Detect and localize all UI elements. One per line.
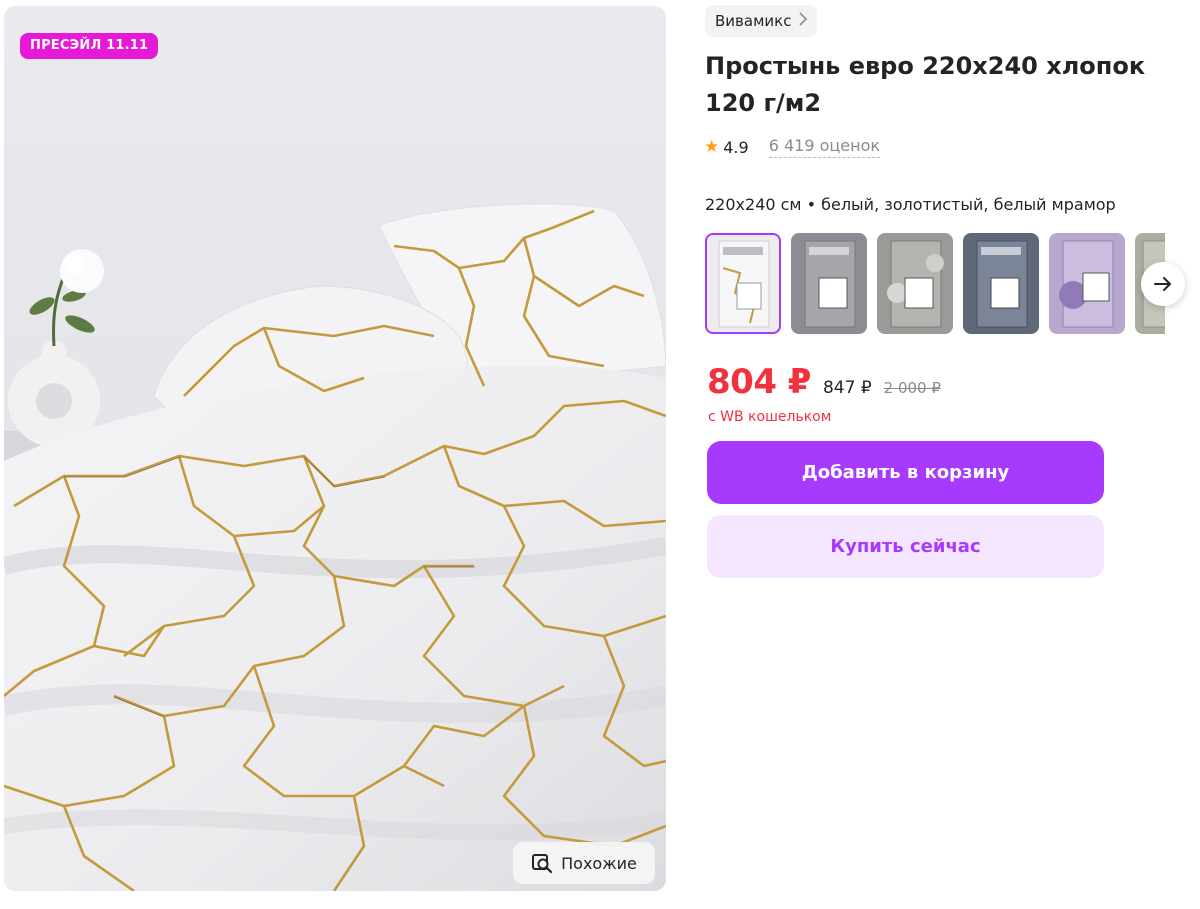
search-similar-icon — [532, 854, 553, 874]
old-price: 2 000 ₽ — [883, 379, 941, 397]
thumbnail-grey[interactable] — [791, 233, 867, 334]
star-icon: ★ — [704, 137, 720, 157]
rating-value: 4.9 — [723, 137, 749, 157]
thumbnail-purple-cats[interactable] — [1049, 233, 1125, 334]
brand-link[interactable]: Вивамикс — [705, 5, 818, 37]
thumbnail-white-gold[interactable] — [705, 233, 781, 334]
similar-button[interactable]: Похожие — [513, 842, 655, 884]
rating-row: ★ 4.9 6 419 оценок — [704, 135, 881, 159]
thumbnails-next-button[interactable] — [1141, 262, 1185, 306]
bedding-photo — [4, 6, 666, 891]
main-product-image[interactable]: ПРЕСЭЙЛ 11.11 Похожие — [4, 6, 666, 891]
thumbnail-cats-grey[interactable] — [877, 233, 953, 334]
current-price: 804 ₽ — [707, 362, 811, 402]
alt-price: 847 ₽ — [822, 378, 872, 398]
product-page: ПРЕСЭЙЛ 11.11 Похожие Вивамикс Простынь … — [0, 0, 1200, 909]
color-thumbnails — [705, 233, 1165, 334]
thumbnail-blue-grey[interactable] — [963, 233, 1039, 334]
brand-name: Вивамикс — [715, 12, 792, 30]
price-row: 804 ₽ 847 ₽ 2 000 ₽ — [707, 362, 941, 402]
similar-label: Похожие — [561, 853, 637, 873]
buy-now-button[interactable]: Купить сейчас — [707, 515, 1104, 578]
wallet-note: с WB кошельком — [708, 409, 832, 425]
variant-label: 220x240 см • белый, золотистый, белый мр… — [705, 195, 1116, 214]
add-to-cart-button[interactable]: Добавить в корзину — [707, 441, 1104, 504]
arrow-right-icon — [1154, 277, 1171, 291]
promo-badge: ПРЕСЭЙЛ 11.11 — [20, 33, 159, 59]
product-title: Простынь евро 220x240 хлопок 120 г/м2 — [705, 52, 1146, 117]
reviews-link[interactable]: 6 419 оценок — [768, 136, 881, 158]
chevron-right-icon — [799, 12, 808, 30]
